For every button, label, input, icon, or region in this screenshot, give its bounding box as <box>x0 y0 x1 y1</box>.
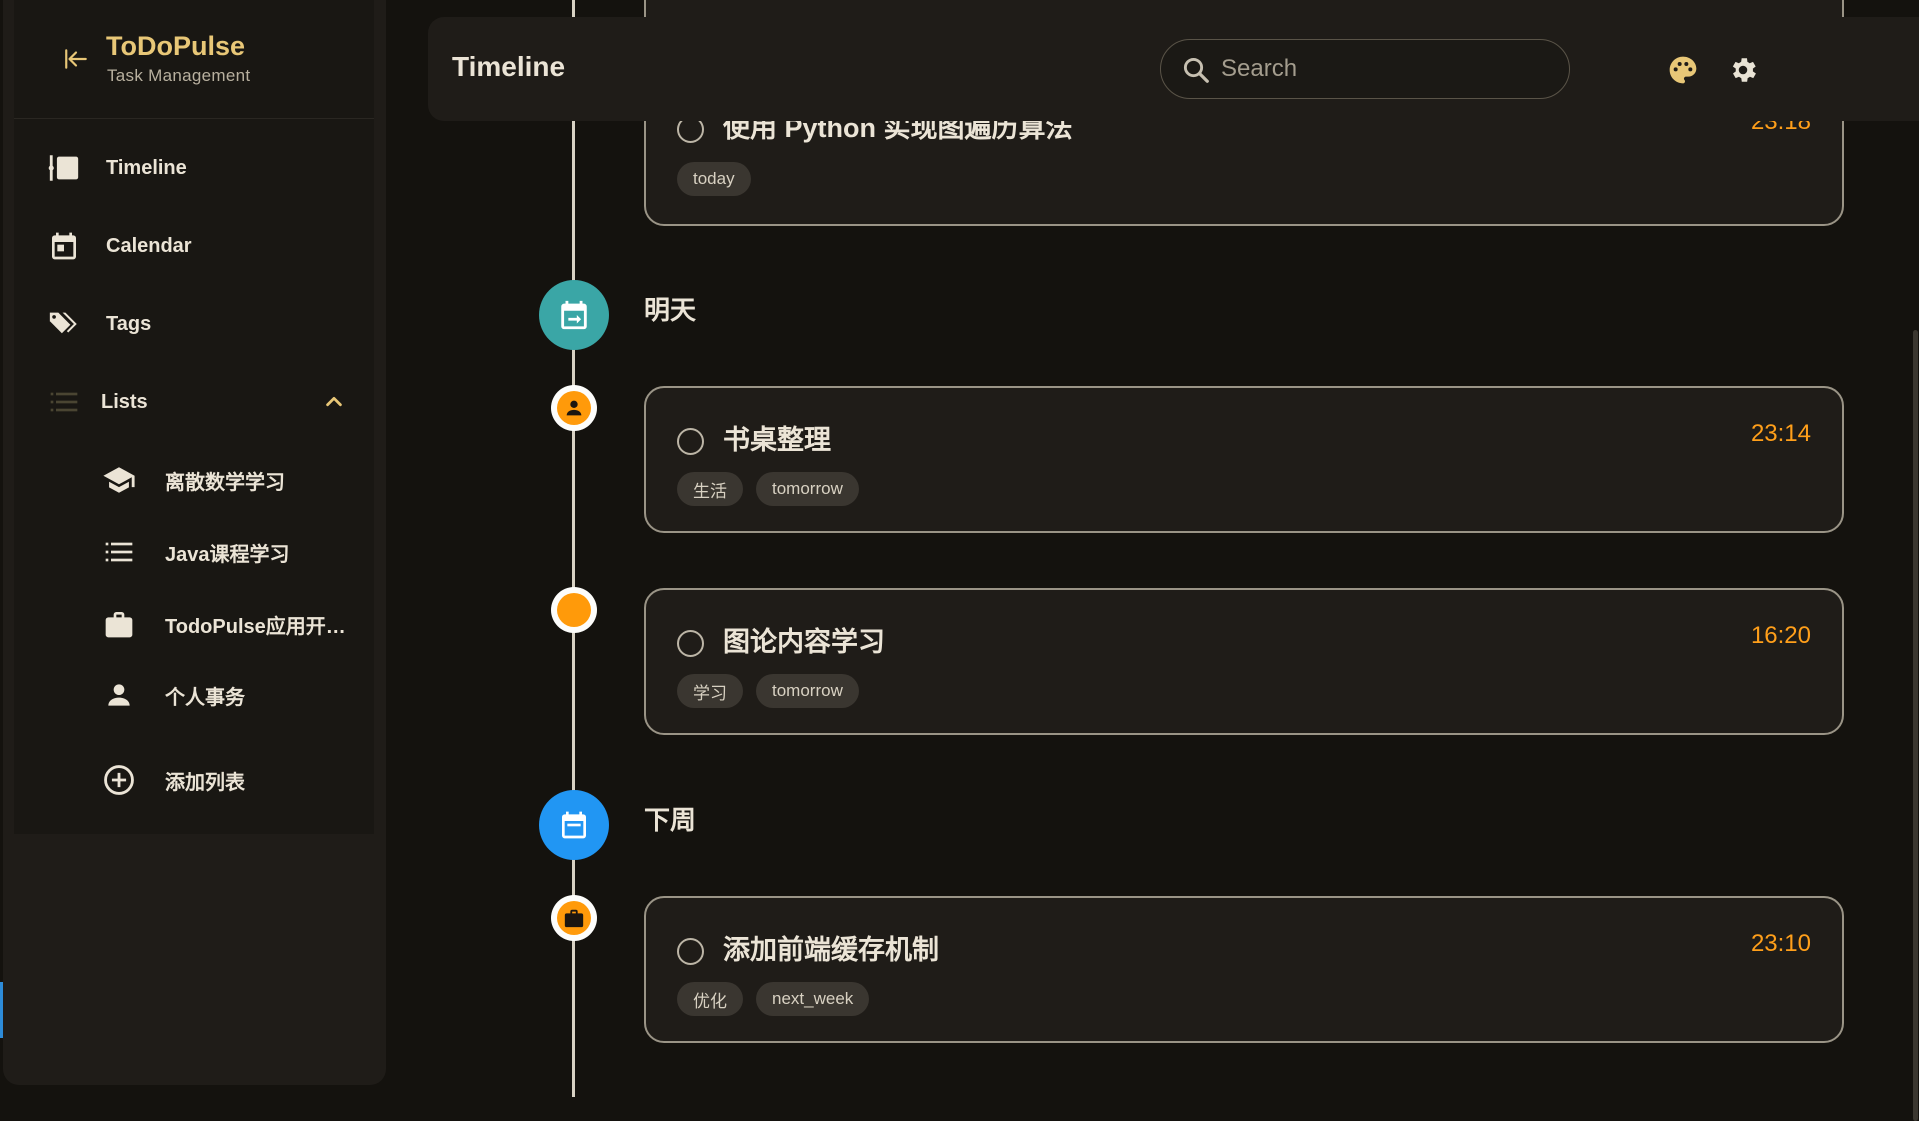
tag-chip[interactable]: tomorrow <box>756 674 859 708</box>
tag-chip[interactable]: 学习 <box>677 674 743 708</box>
task-marker <box>551 385 597 431</box>
briefcase-icon <box>102 607 136 641</box>
task-card[interactable]: 书桌整理 23:14 生活 tomorrow <box>644 386 1844 533</box>
task-time: 23:10 <box>1750 930 1811 957</box>
search-box[interactable] <box>1160 39 1570 99</box>
nav-item-tags[interactable]: Tags <box>14 293 374 355</box>
calendar-week-icon <box>562 811 586 839</box>
list-label: 个人事务 <box>165 686 245 709</box>
list-label: 离散数学学习 <box>165 471 285 494</box>
task-time: 16:20 <box>1750 622 1811 649</box>
person-icon <box>566 400 582 416</box>
task-tags: today <box>677 162 751 196</box>
list-icon <box>102 535 136 569</box>
task-tags: 优化 next_week <box>677 982 870 1016</box>
task-checkbox[interactable] <box>677 630 704 657</box>
tag-chip[interactable]: today <box>677 162 751 196</box>
app-root: ToDoPulse Task Management Timeline Calen… <box>0 0 1919 1121</box>
list-item-todopulse-dev[interactable]: TodoPulse应用开… <box>14 593 374 655</box>
top-bar: Timeline <box>428 17 1919 121</box>
list-item-personal[interactable]: 个人事务 <box>14 664 374 726</box>
scrollbar-thumb[interactable] <box>1913 330 1918 1121</box>
task-card[interactable]: 图论内容学习 16:20 学习 tomorrow <box>644 588 1844 735</box>
palette-icon[interactable] <box>1666 53 1700 87</box>
group-marker-next-week <box>539 790 609 860</box>
list-item-discrete-math[interactable]: 离散数学学习 <box>14 449 374 511</box>
task-title: 添加前端缓存机制 <box>723 935 939 965</box>
tag-chip[interactable]: next_week <box>756 982 870 1016</box>
task-checkbox[interactable] <box>677 428 704 455</box>
task-marker <box>551 895 597 941</box>
collapse-sidebar-icon[interactable] <box>61 44 91 74</box>
tag-chip[interactable]: tomorrow <box>756 472 859 506</box>
window-edge-indicator <box>0 982 3 1038</box>
search-icon <box>1183 57 1209 83</box>
nav-label: Timeline <box>106 156 187 179</box>
nav-label: Tags <box>106 312 152 335</box>
calendar-arrow-icon <box>561 300 587 330</box>
timeline-icon <box>47 151 81 185</box>
tag-chip[interactable]: 优化 <box>677 982 743 1016</box>
tags-icon <box>47 307 81 341</box>
task-tags: 学习 tomorrow <box>677 674 859 708</box>
add-list-button[interactable]: 添加列表 <box>14 749 374 811</box>
list-label: Java课程学习 <box>165 543 290 566</box>
task-tags: 生活 tomorrow <box>677 472 859 506</box>
list-icon <box>47 385 81 419</box>
gear-icon[interactable] <box>1726 53 1760 87</box>
person-icon <box>102 678 136 712</box>
sidebar: ToDoPulse Task Management Timeline Calen… <box>3 0 386 1085</box>
tag-chip[interactable]: 生活 <box>677 472 743 506</box>
divider <box>14 118 374 119</box>
list-item-java[interactable]: Java课程学习 <box>14 521 374 583</box>
nav-label: Calendar <box>106 234 192 257</box>
calendar-icon <box>47 229 81 263</box>
list-label: TodoPulse应用开… <box>165 615 346 638</box>
nav-label: Lists <box>101 390 148 413</box>
task-marker <box>551 587 597 633</box>
task-card[interactable]: 添加前端缓存机制 23:10 优化 next_week <box>644 896 1844 1043</box>
task-time: 23:14 <box>1750 420 1811 447</box>
group-title: 明天 <box>644 295 697 325</box>
group-marker-tomorrow <box>539 280 609 350</box>
nav-item-lists[interactable]: Lists <box>14 371 374 433</box>
add-circle-icon <box>102 763 136 797</box>
task-checkbox[interactable] <box>677 938 704 965</box>
group-title: 下周 <box>644 805 697 835</box>
search-input[interactable] <box>1221 52 1551 86</box>
chevron-up-icon[interactable] <box>319 387 349 417</box>
add-list-label: 添加列表 <box>165 771 245 794</box>
app-subtitle: Task Management <box>107 66 251 85</box>
task-title: 图论内容学习 <box>723 627 885 657</box>
nav-item-timeline[interactable]: Timeline <box>14 137 374 199</box>
graduation-cap-icon <box>102 463 136 497</box>
app-name: ToDoPulse <box>106 31 246 61</box>
task-title: 书桌整理 <box>723 425 831 455</box>
briefcase-icon <box>564 909 584 928</box>
page-title: Timeline <box>452 51 566 82</box>
nav-item-calendar[interactable]: Calendar <box>14 215 374 277</box>
